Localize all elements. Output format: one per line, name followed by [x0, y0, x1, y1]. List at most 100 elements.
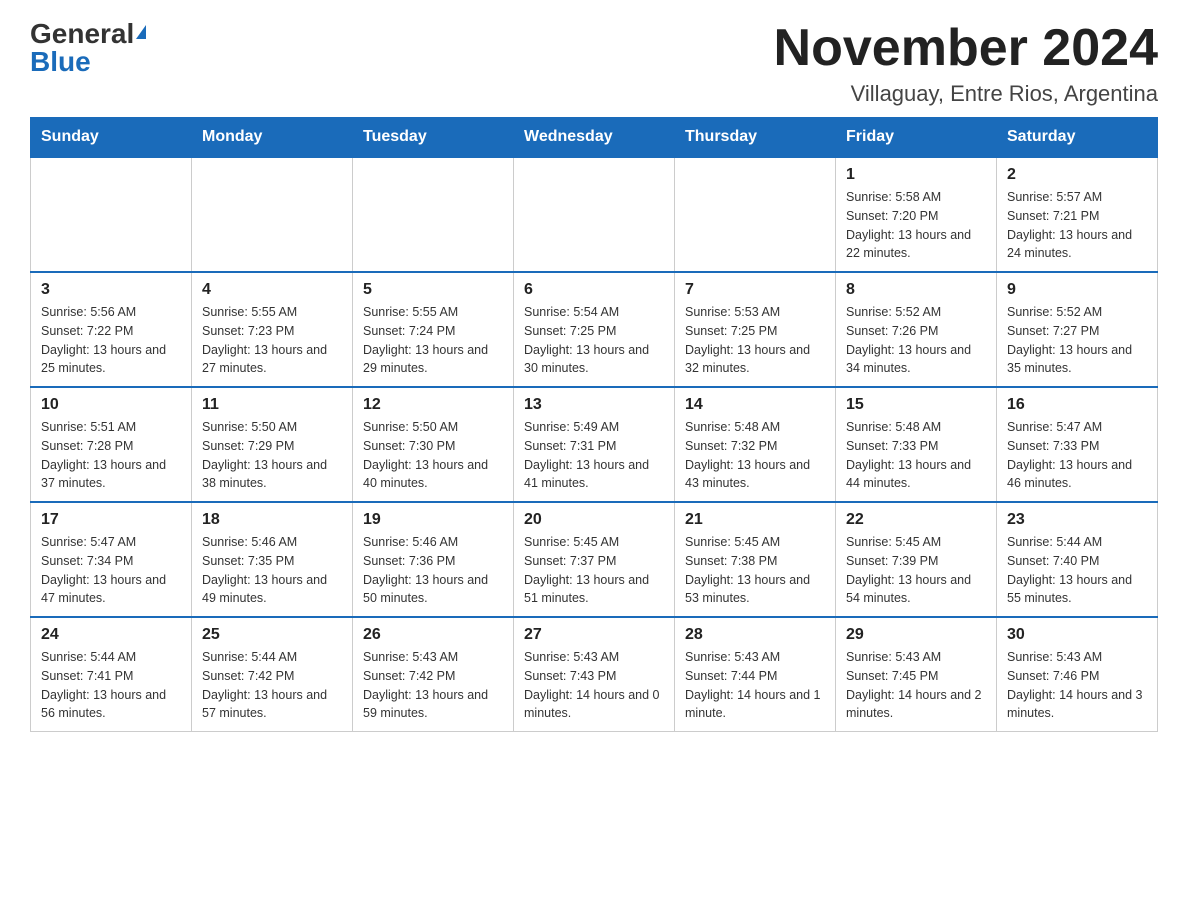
day-number: 1: [846, 166, 986, 184]
day-info: Sunrise: 5:46 AMSunset: 7:35 PMDaylight:…: [202, 533, 342, 608]
calendar-header-friday: Friday: [836, 118, 997, 158]
day-info: Sunrise: 5:50 AMSunset: 7:30 PMDaylight:…: [363, 418, 503, 493]
day-number: 19: [363, 511, 503, 529]
month-title: November 2024: [774, 20, 1158, 77]
day-number: 12: [363, 396, 503, 414]
day-info: Sunrise: 5:52 AMSunset: 7:27 PMDaylight:…: [1007, 303, 1147, 378]
calendar-cell: 26Sunrise: 5:43 AMSunset: 7:42 PMDayligh…: [353, 617, 514, 732]
day-info: Sunrise: 5:52 AMSunset: 7:26 PMDaylight:…: [846, 303, 986, 378]
day-number: 30: [1007, 626, 1147, 644]
day-number: 29: [846, 626, 986, 644]
day-info: Sunrise: 5:58 AMSunset: 7:20 PMDaylight:…: [846, 188, 986, 263]
calendar-cell: [31, 157, 192, 272]
day-number: 10: [41, 396, 181, 414]
page-header: General Blue November 2024 Villaguay, En…: [30, 20, 1158, 107]
calendar-cell: 13 Sunrise: 5:49 AMSunset: 7:31 PMDayligh…: [514, 387, 675, 502]
day-number: 24: [41, 626, 181, 644]
day-number: 20: [524, 511, 664, 529]
day-number: 28: [685, 626, 825, 644]
day-info: Sunrise: 5:50 AMSunset: 7:29 PMDaylight:…: [202, 418, 342, 493]
calendar-cell: 8 Sunrise: 5:52 AMSunset: 7:26 PMDaylight…: [836, 272, 997, 387]
calendar-cell: 24 Sunrise: 5:44 AMSunset: 7:41 PMDayligh…: [31, 617, 192, 732]
calendar-cell: 22 Sunrise: 5:45 AMSunset: 7:39 PMDayligh…: [836, 502, 997, 617]
calendar-cell: [514, 157, 675, 272]
day-info: Sunrise: 5:43 AMSunset: 7:44 PMDaylight:…: [685, 648, 825, 723]
day-info: Sunrise: 5:45 AMSunset: 7:38 PMDaylight:…: [685, 533, 825, 608]
day-number: 13: [524, 396, 664, 414]
calendar-cell: 5Sunrise: 5:55 AMSunset: 7:24 PMDaylight…: [353, 272, 514, 387]
day-number: 21: [685, 511, 825, 529]
calendar-cell: 1 Sunrise: 5:58 AMSunset: 7:20 PMDaylight…: [836, 157, 997, 272]
calendar-cell: 3 Sunrise: 5:56 AMSunset: 7:22 PMDaylight…: [31, 272, 192, 387]
day-number: 14: [685, 396, 825, 414]
calendar-header-wednesday: Wednesday: [514, 118, 675, 158]
calendar-cell: [675, 157, 836, 272]
calendar-week-row: 17 Sunrise: 5:47 AMSunset: 7:34 PMDayligh…: [31, 502, 1158, 617]
day-number: 16: [1007, 396, 1147, 414]
day-info: Sunrise: 5:46 AMSunset: 7:36 PMDaylight:…: [363, 533, 503, 608]
day-number: 2: [1007, 166, 1147, 184]
calendar-week-row: 24 Sunrise: 5:44 AMSunset: 7:41 PMDayligh…: [31, 617, 1158, 732]
day-info: Sunrise: 5:56 AMSunset: 7:22 PMDaylight:…: [41, 303, 181, 378]
day-number: 9: [1007, 281, 1147, 299]
day-info: Sunrise: 5:55 AMSunset: 7:24 PMDaylight:…: [363, 303, 503, 378]
day-info: Sunrise: 5:43 AMSunset: 7:46 PMDaylight:…: [1007, 648, 1147, 723]
logo-triangle-icon: [136, 25, 146, 39]
day-info: Sunrise: 5:54 AMSunset: 7:25 PMDaylight:…: [524, 303, 664, 378]
calendar-week-row: 1 Sunrise: 5:58 AMSunset: 7:20 PMDaylight…: [31, 157, 1158, 272]
day-number: 22: [846, 511, 986, 529]
calendar-header-sunday: Sunday: [31, 118, 192, 158]
day-number: 8: [846, 281, 986, 299]
calendar-cell: 11 Sunrise: 5:50 AMSunset: 7:29 PMDayligh…: [192, 387, 353, 502]
day-info: Sunrise: 5:45 AMSunset: 7:39 PMDaylight:…: [846, 533, 986, 608]
day-info: Sunrise: 5:43 AMSunset: 7:43 PMDaylight:…: [524, 648, 664, 723]
calendar-cell: 10Sunrise: 5:51 AMSunset: 7:28 PMDayligh…: [31, 387, 192, 502]
logo-general-text: General: [30, 20, 134, 48]
day-info: Sunrise: 5:47 AMSunset: 7:34 PMDaylight:…: [41, 533, 181, 608]
day-number: 11: [202, 396, 342, 414]
day-info: Sunrise: 5:43 AMSunset: 7:42 PMDaylight:…: [363, 648, 503, 723]
calendar-cell: 30 Sunrise: 5:43 AMSunset: 7:46 PMDayligh…: [997, 617, 1158, 732]
calendar-cell: 6Sunrise: 5:54 AMSunset: 7:25 PMDaylight…: [514, 272, 675, 387]
day-number: 27: [524, 626, 664, 644]
calendar-cell: 4 Sunrise: 5:55 AMSunset: 7:23 PMDaylight…: [192, 272, 353, 387]
day-number: 3: [41, 281, 181, 299]
logo-blue-text: Blue: [30, 46, 91, 77]
day-number: 15: [846, 396, 986, 414]
calendar-cell: 27 Sunrise: 5:43 AMSunset: 7:43 PMDayligh…: [514, 617, 675, 732]
calendar-cell: 15 Sunrise: 5:48 AMSunset: 7:33 PMDayligh…: [836, 387, 997, 502]
calendar-header-row: SundayMondayTuesdayWednesdayThursdayFrid…: [31, 118, 1158, 158]
calendar-cell: 29 Sunrise: 5:43 AMSunset: 7:45 PMDayligh…: [836, 617, 997, 732]
title-block: November 2024 Villaguay, Entre Rios, Arg…: [774, 20, 1158, 107]
day-info: Sunrise: 5:48 AMSunset: 7:32 PMDaylight:…: [685, 418, 825, 493]
day-info: Sunrise: 5:44 AMSunset: 7:41 PMDaylight:…: [41, 648, 181, 723]
day-number: 4: [202, 281, 342, 299]
calendar-cell: 18 Sunrise: 5:46 AMSunset: 7:35 PMDayligh…: [192, 502, 353, 617]
calendar-cell: [192, 157, 353, 272]
day-number: 23: [1007, 511, 1147, 529]
day-number: 18: [202, 511, 342, 529]
logo: General Blue: [30, 20, 146, 76]
calendar-header-tuesday: Tuesday: [353, 118, 514, 158]
calendar-header-monday: Monday: [192, 118, 353, 158]
day-info: Sunrise: 5:49 AMSunset: 7:31 PMDaylight:…: [524, 418, 664, 493]
calendar-week-row: 3 Sunrise: 5:56 AMSunset: 7:22 PMDaylight…: [31, 272, 1158, 387]
calendar-header-saturday: Saturday: [997, 118, 1158, 158]
day-info: Sunrise: 5:43 AMSunset: 7:45 PMDaylight:…: [846, 648, 986, 723]
calendar-header-thursday: Thursday: [675, 118, 836, 158]
day-number: 7: [685, 281, 825, 299]
day-info: Sunrise: 5:44 AMSunset: 7:42 PMDaylight:…: [202, 648, 342, 723]
calendar-cell: 17 Sunrise: 5:47 AMSunset: 7:34 PMDayligh…: [31, 502, 192, 617]
calendar-cell: [353, 157, 514, 272]
calendar-cell: 2Sunrise: 5:57 AMSunset: 7:21 PMDaylight…: [997, 157, 1158, 272]
calendar-cell: 21 Sunrise: 5:45 AMSunset: 7:38 PMDayligh…: [675, 502, 836, 617]
day-info: Sunrise: 5:55 AMSunset: 7:23 PMDaylight:…: [202, 303, 342, 378]
day-info: Sunrise: 5:53 AMSunset: 7:25 PMDaylight:…: [685, 303, 825, 378]
day-number: 17: [41, 511, 181, 529]
day-info: Sunrise: 5:48 AMSunset: 7:33 PMDaylight:…: [846, 418, 986, 493]
location-text: Villaguay, Entre Rios, Argentina: [774, 81, 1158, 107]
calendar-cell: 7 Sunrise: 5:53 AMSunset: 7:25 PMDaylight…: [675, 272, 836, 387]
day-number: 25: [202, 626, 342, 644]
day-info: Sunrise: 5:45 AMSunset: 7:37 PMDaylight:…: [524, 533, 664, 608]
day-info: Sunrise: 5:47 AMSunset: 7:33 PMDaylight:…: [1007, 418, 1147, 493]
